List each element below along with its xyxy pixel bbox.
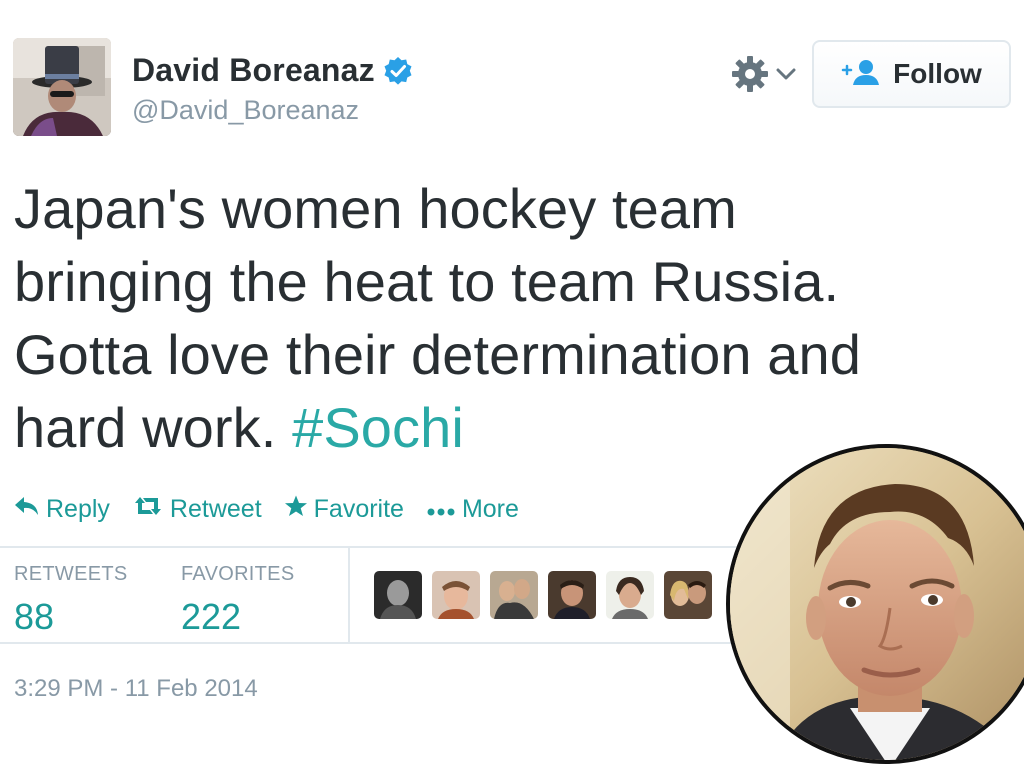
hashtag-link[interactable]: #Sochi bbox=[292, 396, 464, 459]
favorite-button[interactable]: Favorite bbox=[284, 494, 404, 525]
follow-label: Follow bbox=[893, 58, 982, 89]
ellipsis-icon bbox=[426, 495, 456, 524]
favoriter-avatar[interactable] bbox=[664, 571, 712, 619]
reply-icon bbox=[14, 495, 40, 524]
reply-label: Reply bbox=[46, 495, 110, 523]
tweet-timestamp[interactable]: 3:29 PM - 11 Feb 2014 bbox=[14, 675, 258, 703]
more-label: More bbox=[461, 495, 519, 523]
stats-vertical-divider bbox=[348, 548, 350, 642]
favorites-label: FAVORITES bbox=[181, 563, 295, 585]
tweet-text: Japan's women hockey team bringing the h… bbox=[14, 172, 1004, 464]
retweets-stat[interactable]: RETWEETS 88 bbox=[14, 563, 128, 638]
retweet-label: Retweet bbox=[169, 495, 262, 523]
favoriter-avatar[interactable] bbox=[606, 571, 654, 619]
tweet-line: bringing the heat to team Russia. bbox=[14, 250, 840, 313]
favoriter-avatar[interactable] bbox=[548, 571, 596, 619]
tweet-line: Japan's women hockey team bbox=[14, 177, 737, 240]
verified-badge-icon bbox=[383, 56, 413, 86]
tweet-line: hard work. bbox=[14, 396, 293, 459]
avatar-image bbox=[13, 38, 111, 136]
retweet-button[interactable]: Retweet bbox=[132, 495, 262, 524]
profile-avatar[interactable] bbox=[13, 38, 111, 136]
favorites-count: 222 bbox=[181, 596, 242, 637]
favoriter-avatar[interactable] bbox=[490, 571, 538, 619]
favoriter-avatar[interactable] bbox=[374, 571, 422, 619]
favorited-by-avatars bbox=[374, 571, 712, 619]
follow-button[interactable]: Follow bbox=[812, 40, 1011, 108]
retweets-count: 88 bbox=[14, 596, 55, 637]
tweet-line: Gotta love their determination and bbox=[14, 323, 862, 386]
star-icon bbox=[284, 494, 308, 525]
retweet-icon bbox=[132, 495, 164, 524]
retweets-label: RETWEETS bbox=[14, 563, 128, 585]
display-name-row: David Boreanaz bbox=[132, 52, 413, 89]
inset-portrait-photo bbox=[726, 444, 1024, 764]
favoriter-avatar[interactable] bbox=[432, 571, 480, 619]
add-user-icon bbox=[841, 57, 881, 92]
tweet-actions: Reply Retweet Favorite More bbox=[14, 494, 541, 525]
user-handle[interactable]: @David_Boreanaz bbox=[132, 95, 359, 126]
reply-button[interactable]: Reply bbox=[14, 495, 110, 524]
more-button[interactable]: More bbox=[426, 495, 519, 524]
user-actions-menu[interactable] bbox=[730, 54, 796, 99]
portrait-image bbox=[730, 448, 1024, 760]
favorite-label: Favorite bbox=[313, 495, 404, 523]
chevron-down-icon bbox=[776, 67, 796, 86]
favorites-stat[interactable]: FAVORITES 222 bbox=[181, 563, 294, 638]
gear-icon bbox=[730, 54, 770, 99]
display-name[interactable]: David Boreanaz bbox=[132, 52, 375, 89]
